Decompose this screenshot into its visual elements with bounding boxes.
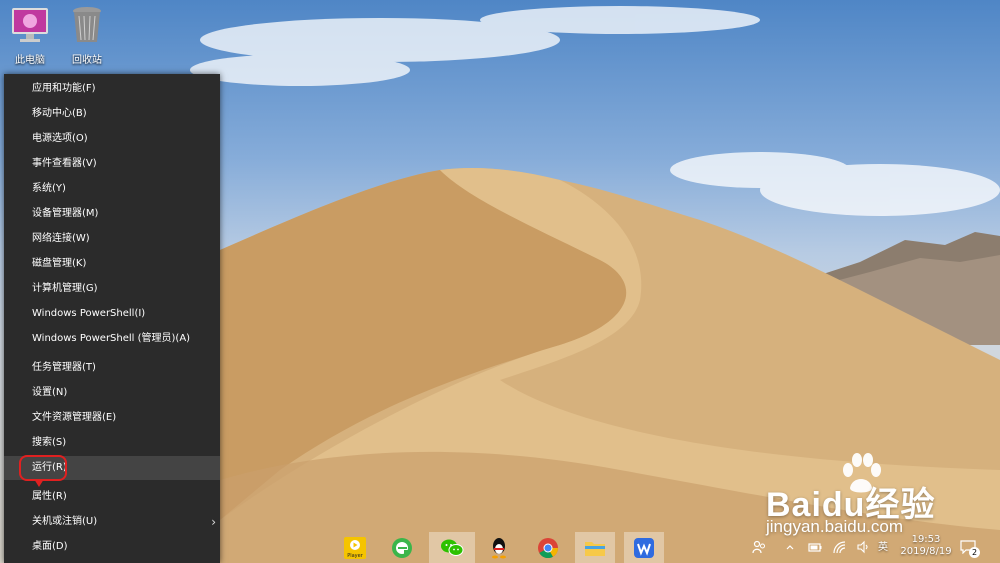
desktop-icon-label: 此电脑 [15,55,45,66]
action-center-button[interactable]: 2 [960,539,980,559]
folder-icon [585,542,605,556]
menu-item-powershell-admin[interactable]: Windows PowerShell (管理员)(A) [4,327,220,351]
menu-item-task-manager[interactable]: 任务管理器(T) [4,356,220,380]
taskbar-player[interactable]: Player [335,532,375,563]
desktop-icon-recycle-bin[interactable]: 回收站 [61,6,113,66]
chevron-right-icon: › [211,515,216,529]
highlight-ring [19,455,67,481]
wifi-icon[interactable] [832,540,846,554]
menu-item-power-options[interactable]: 电源选项(O) [4,127,220,151]
taskbar-clock[interactable]: 19:53 2019/8/19 [896,534,956,558]
menu-item-device-manager[interactable]: 设备管理器(M) [4,202,220,226]
browser-e-icon [392,538,412,558]
clock-time: 19:53 [911,534,941,545]
menu-item-event-viewer[interactable]: 事件查看器(V) [4,152,220,176]
menu-item-settings[interactable]: 设置(N) [4,381,220,405]
desktop-background: 此电脑 回收站 应用和功能(F) 移动中心(B) 电源选项(O) 事件查看器(V… [0,0,1000,563]
taskbar-chrome[interactable] [528,532,568,563]
taskbar-wechat[interactable] [429,532,475,563]
menu-item-mobility-center[interactable]: 移动中心(B) [4,102,220,126]
menu-item-apps-features[interactable]: 应用和功能(F) [4,77,220,101]
volume-icon[interactable] [856,540,870,554]
clock-date: 2019/8/19 [900,546,952,557]
wps-icon [634,538,654,558]
ime-indicator[interactable]: 英 [878,538,888,553]
people-icon[interactable] [752,540,766,554]
taskbar-browser[interactable] [382,532,422,563]
menu-item-computer-management[interactable]: 计算机管理(G) [4,277,220,301]
winx-context-menu: 应用和功能(F) 移动中心(B) 电源选项(O) 事件查看器(V) 系统(Y) … [4,74,220,563]
taskbar-file-explorer[interactable] [575,532,615,563]
menu-item-powershell[interactable]: Windows PowerShell(I) [4,302,220,326]
menu-item-label: 关机或注销(U) [32,516,98,527]
taskbar-wps[interactable] [624,532,664,563]
highlight-pointer [34,479,44,487]
chevron-up-icon[interactable] [786,544,794,550]
desktop-icon-label: 回收站 [72,55,102,66]
recycle-bin-icon [73,7,101,42]
menu-item-network-connections[interactable]: 网络连接(W) [4,227,220,251]
menu-item-system[interactable]: 系统(Y) [4,177,220,201]
wechat-icon [441,539,464,556]
menu-item-shutdown-signout[interactable]: 关机或注销(U) › [4,510,220,534]
player-label: Player [347,553,364,559]
chrome-icon [538,538,559,559]
player-icon: Player [344,537,366,559]
desktop-icon-this-pc[interactable]: 此电脑 [4,6,56,66]
menu-item-desktop[interactable]: 桌面(D) [4,535,220,559]
menu-item-search[interactable]: 搜索(S) [4,431,220,455]
notification-badge: 2 [969,547,980,558]
qq-penguin-icon [492,538,506,559]
menu-item-properties[interactable]: 属性(R) [4,485,220,509]
taskbar-qq[interactable] [479,532,519,563]
menu-item-file-explorer[interactable]: 文件资源管理器(E) [4,406,220,430]
computer-monitor-icon [12,8,48,42]
menu-item-disk-management[interactable]: 磁盘管理(K) [4,252,220,276]
battery-icon[interactable] [808,541,822,553]
